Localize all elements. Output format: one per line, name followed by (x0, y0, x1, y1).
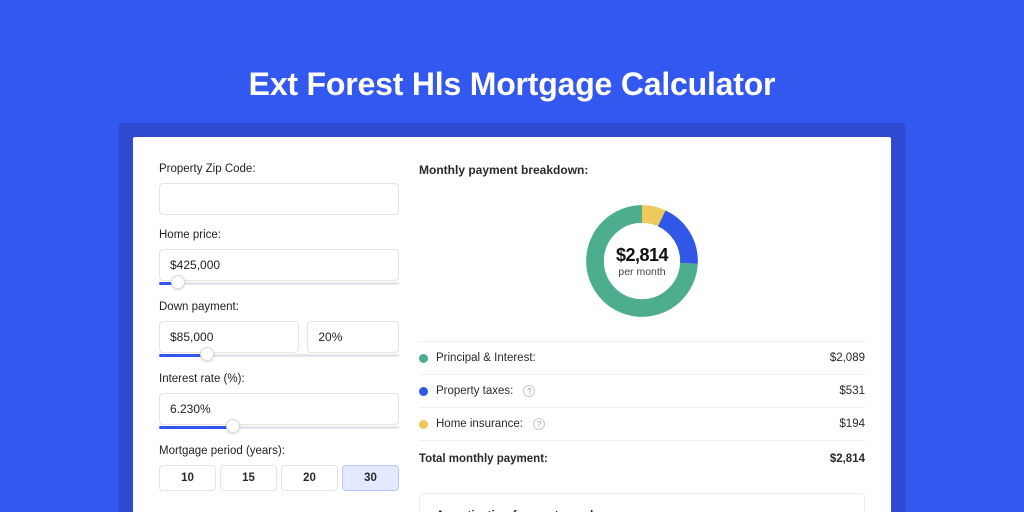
legend-label: Principal & Interest: (436, 352, 536, 364)
legend-left: Principal & Interest: (419, 352, 536, 364)
field-home-price: Home price: (159, 229, 399, 287)
legend-row: Property taxes:? $531 (419, 375, 865, 408)
legend-label: Property taxes: (436, 385, 513, 397)
legend-row: Home insurance:? $194 (419, 408, 865, 441)
period-button-20[interactable]: 20 (281, 465, 338, 491)
slider-thumb[interactable] (226, 419, 240, 433)
legend-dot-icon (419, 420, 428, 429)
slider-fill (159, 426, 233, 429)
slider-thumb[interactable] (200, 347, 214, 361)
info-icon[interactable]: ? (523, 385, 535, 397)
page-root: Ext Forest Hls Mortgage Calculator Prope… (0, 0, 1024, 512)
interest-slider[interactable] (159, 423, 399, 431)
zip-input[interactable] (159, 183, 399, 215)
donut-center: $2,814 per month (580, 199, 704, 323)
legend-left: Home insurance:? (419, 418, 545, 430)
legend-value: $531 (839, 385, 865, 397)
down-payment-label: Down payment: (159, 301, 399, 313)
slider-track (159, 282, 399, 285)
down-payment-input[interactable] (159, 321, 299, 353)
down-payment-slider[interactable] (159, 351, 399, 359)
donut-amount: $2,814 (616, 245, 668, 266)
total-label: Total monthly payment: (419, 453, 548, 465)
legend-row: Principal & Interest: $2,089 (419, 342, 865, 375)
donut-sub: per month (618, 266, 665, 278)
home-price-slider[interactable] (159, 279, 399, 287)
info-icon[interactable]: ? (533, 418, 545, 430)
payment-donut-chart: $2,814 per month (580, 199, 704, 323)
down-payment-pct-input[interactable] (307, 321, 399, 353)
legend-total-row: Total monthly payment: $2,814 (419, 441, 865, 471)
period-button-15[interactable]: 15 (220, 465, 277, 491)
legend: Principal & Interest: $2,089 Property taxe… (419, 341, 865, 441)
card-band: Property Zip Code: Home price: Down paym… (119, 123, 905, 512)
donut-area: $2,814 per month (419, 193, 865, 341)
home-price-label: Home price: (159, 229, 399, 241)
field-down-payment: Down payment: (159, 301, 399, 359)
amortization-card: Amortization for mortgage loan Amortizat… (419, 493, 865, 512)
interest-input[interactable] (159, 393, 399, 425)
down-payment-row (159, 321, 399, 353)
field-interest: Interest rate (%): (159, 373, 399, 431)
total-value: $2,814 (830, 453, 865, 465)
period-label: Mortgage period (years): (159, 445, 399, 457)
field-zip: Property Zip Code: (159, 163, 399, 215)
interest-label: Interest rate (%): (159, 373, 399, 385)
legend-dot-icon (419, 354, 428, 363)
form-column: Property Zip Code: Home price: Down paym… (159, 163, 399, 512)
calculator-card: Property Zip Code: Home price: Down paym… (133, 137, 891, 512)
page-title: Ext Forest Hls Mortgage Calculator (0, 0, 1024, 123)
amortization-heading: Amortization for mortgage loan (436, 508, 848, 512)
field-period: Mortgage period (years): 10152030 (159, 445, 399, 491)
home-price-input[interactable] (159, 249, 399, 281)
period-button-row: 10152030 (159, 465, 399, 491)
legend-left: Property taxes:? (419, 385, 535, 397)
legend-dot-icon (419, 387, 428, 396)
breakdown-column: Monthly payment breakdown: $2,814 per mo… (419, 163, 865, 512)
period-button-30[interactable]: 30 (342, 465, 399, 491)
slider-thumb[interactable] (171, 275, 185, 289)
breakdown-heading: Monthly payment breakdown: (419, 163, 865, 177)
zip-label: Property Zip Code: (159, 163, 399, 175)
legend-label: Home insurance: (436, 418, 523, 430)
legend-value: $194 (839, 418, 865, 430)
legend-value: $2,089 (830, 352, 865, 364)
period-button-10[interactable]: 10 (159, 465, 216, 491)
